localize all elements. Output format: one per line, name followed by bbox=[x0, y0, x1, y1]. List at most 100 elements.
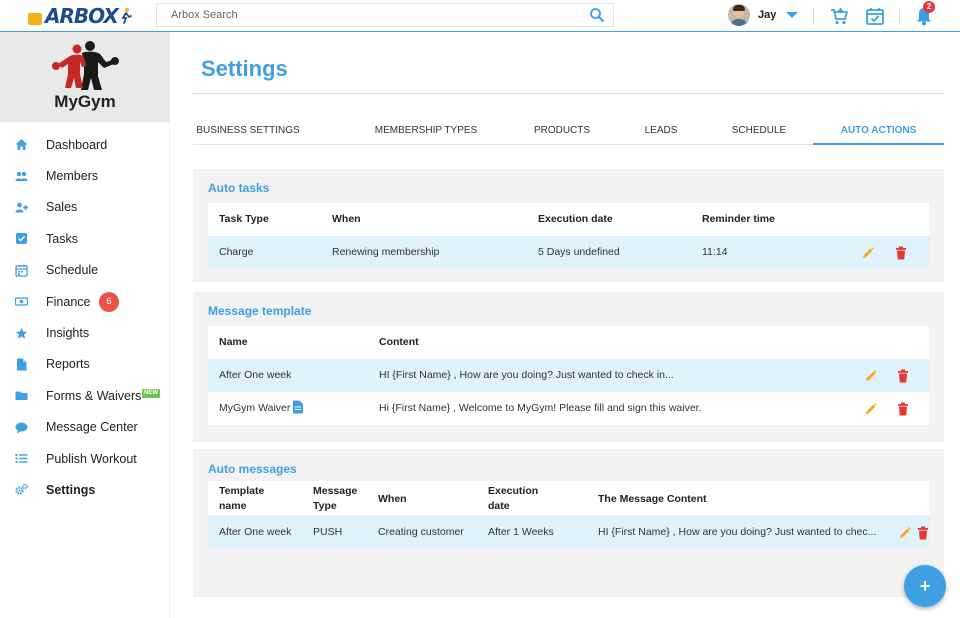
tab-leads[interactable]: LEADS bbox=[636, 118, 686, 145]
runner-icon bbox=[121, 8, 132, 24]
delete-icon[interactable] bbox=[896, 369, 910, 383]
logo-basket-icon bbox=[28, 13, 42, 25]
when-cell: Renewing membership bbox=[332, 246, 440, 258]
sidebar-item-message-center[interactable]: Message Center bbox=[0, 412, 170, 443]
divider bbox=[899, 7, 900, 25]
table-header: Name Content bbox=[208, 326, 929, 359]
message-content-cell: HI {First Name} , How are you doing? Jus… bbox=[598, 526, 877, 538]
logo-text: ARBOX bbox=[45, 4, 119, 28]
execution-date-cell: 5 Days undefined bbox=[538, 246, 620, 258]
user-menu[interactable]: Jay bbox=[728, 4, 799, 26]
message-type-cell: PUSH bbox=[313, 526, 343, 538]
list-icon bbox=[15, 454, 28, 464]
arbox-logo[interactable]: ARBOX bbox=[28, 4, 132, 28]
avatar bbox=[728, 4, 750, 26]
tab-auto-actions[interactable]: AUTO ACTIONS bbox=[813, 118, 944, 145]
calendar-icon bbox=[15, 264, 28, 277]
sidebar-item-label: Publish Workout bbox=[46, 451, 137, 466]
content-cell: Hi {First Name} , Welcome to MyGym! Plea… bbox=[379, 402, 702, 414]
sidebar-item-sales[interactable]: Sales bbox=[0, 192, 170, 223]
shopping-cart-icon[interactable] bbox=[828, 5, 850, 27]
sidebar-item-label: Tasks bbox=[46, 231, 78, 246]
sidebar-item-label: Insights bbox=[46, 326, 90, 341]
column-header: Type bbox=[313, 500, 337, 512]
column-header: Name bbox=[219, 336, 248, 348]
new-badge: NEW bbox=[142, 389, 160, 399]
search-icon[interactable] bbox=[589, 7, 605, 23]
table-row[interactable]: After One week PUSH Creating customer Af… bbox=[208, 516, 929, 549]
sidebar-item-label: Dashboard bbox=[46, 137, 108, 152]
delete-icon[interactable] bbox=[916, 526, 930, 540]
sidebar-item-settings[interactable]: Settings bbox=[0, 474, 170, 505]
sidebar-item-label: Message Center bbox=[46, 420, 138, 435]
sidebar-item-publish-workout[interactable]: Publish Workout bbox=[0, 443, 170, 474]
delete-icon[interactable] bbox=[896, 402, 910, 416]
main-content: Settings BUSINESS SETTINGS MEMBERSHIP TY… bbox=[171, 32, 960, 618]
gym-card[interactable]: MyGym bbox=[0, 32, 170, 122]
table-header: Task Type When Execution date Reminder t… bbox=[208, 203, 929, 236]
sidebar-item-members[interactable]: Members bbox=[0, 160, 170, 191]
search-bar[interactable] bbox=[156, 3, 614, 27]
home-icon bbox=[15, 139, 28, 151]
table-header: Template name Message Type When Executio… bbox=[208, 481, 929, 515]
search-input[interactable] bbox=[157, 4, 557, 26]
edit-icon[interactable] bbox=[898, 526, 912, 540]
column-header: Execution bbox=[488, 485, 539, 497]
sidebar-item-forms-waivers[interactable]: Forms & Waivers NEW bbox=[0, 380, 170, 411]
column-header: Reminder time bbox=[702, 213, 775, 225]
section-title: Auto tasks bbox=[208, 181, 270, 195]
edit-icon[interactable] bbox=[864, 369, 878, 383]
column-header: date bbox=[488, 500, 510, 512]
sidebar-item-label: Settings bbox=[46, 482, 96, 497]
column-header: name bbox=[219, 500, 247, 512]
user-name: Jay bbox=[758, 9, 777, 21]
chevron-down-icon[interactable] bbox=[786, 12, 799, 18]
add-button[interactable]: + bbox=[904, 565, 946, 607]
tab-membership-types[interactable]: MEMBERSHIP TYPES bbox=[371, 118, 481, 145]
execution-date-cell: After 1 Weeks bbox=[488, 526, 554, 538]
edit-icon[interactable] bbox=[861, 246, 875, 260]
tab-products[interactable]: PRODUCTS bbox=[527, 118, 597, 145]
star-icon bbox=[15, 327, 28, 339]
when-cell: Creating customer bbox=[378, 526, 464, 538]
table-row[interactable]: MyGym Waiver Hi {First Name} , Welcome t… bbox=[208, 392, 929, 425]
sidebar-item-tasks[interactable]: Tasks bbox=[0, 223, 170, 254]
auto-tasks-section: Auto tasks Task Type When Execution date… bbox=[193, 169, 944, 282]
delete-icon[interactable] bbox=[894, 246, 908, 260]
chat-icon bbox=[15, 422, 28, 434]
tab-business-settings[interactable]: BUSINESS SETTINGS bbox=[193, 118, 303, 145]
tab-schedule[interactable]: SCHEDULE bbox=[723, 118, 795, 145]
column-header: When bbox=[378, 493, 407, 505]
auto-messages-section: Auto messages Template name Message Type… bbox=[193, 449, 944, 597]
settings-tabs: BUSINESS SETTINGS MEMBERSHIP TYPES PRODU… bbox=[193, 118, 944, 145]
sidebar-item-label: Schedule bbox=[46, 263, 99, 278]
money-icon bbox=[15, 297, 28, 306]
column-header: The Message Content bbox=[598, 493, 707, 505]
calendar-check-icon[interactable] bbox=[864, 5, 886, 27]
document-icon[interactable] bbox=[292, 400, 304, 414]
sidebar-item-label: Finance bbox=[46, 294, 91, 309]
table-row[interactable]: After One week HI {First Name} , How are… bbox=[208, 359, 929, 392]
template-name-cell: After One week bbox=[219, 526, 292, 538]
name-cell: MyGym Waiver bbox=[219, 402, 291, 414]
file-icon bbox=[17, 358, 27, 371]
sidebar-item-reports[interactable]: Reports bbox=[0, 349, 170, 380]
task-type-cell: Charge bbox=[219, 246, 254, 258]
finance-badge: 6 bbox=[99, 291, 119, 312]
divider bbox=[193, 93, 944, 94]
gym-name: MyGym bbox=[54, 92, 116, 111]
table-row[interactable]: Charge Renewing membership 5 Days undefi… bbox=[208, 236, 929, 269]
sidebar-item-label: Forms & Waivers bbox=[46, 388, 142, 403]
column-header: Message bbox=[313, 485, 358, 497]
sidebar-item-finance[interactable]: Finance 6 bbox=[0, 286, 170, 317]
page-title: Settings bbox=[201, 56, 288, 81]
sidebar-item-insights[interactable]: Insights bbox=[0, 317, 170, 348]
sidebar-nav: Dashboard Members Sales Tasks Schedule F… bbox=[0, 129, 170, 506]
column-header: Template bbox=[219, 485, 265, 497]
edit-icon[interactable] bbox=[864, 402, 878, 416]
checkbox-icon bbox=[16, 233, 27, 245]
gears-icon bbox=[15, 484, 28, 496]
sidebar-item-label: Sales bbox=[46, 200, 78, 215]
sidebar-item-schedule[interactable]: Schedule bbox=[0, 255, 170, 286]
sidebar-item-dashboard[interactable]: Dashboard bbox=[0, 129, 170, 160]
